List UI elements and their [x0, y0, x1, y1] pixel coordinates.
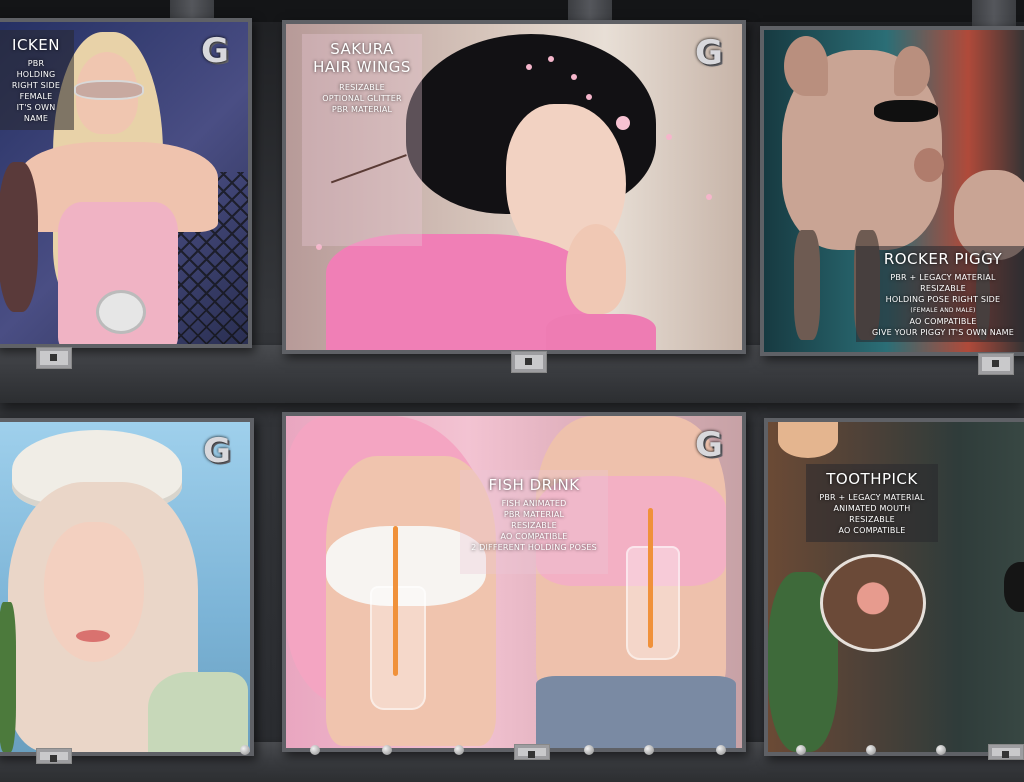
product-title: ROCKER PIGGY: [883, 250, 1003, 268]
vendor-image: [286, 416, 742, 748]
petal-graphic: [706, 194, 712, 200]
vendor-bracket: [36, 347, 72, 369]
brand-logo-icon: G: [695, 425, 723, 465]
feature-line: AO COMPATIBLE: [909, 317, 977, 326]
product-info-box: FISH DRINK FISH ANIMATED PBR MATERIAL RE…: [460, 470, 608, 574]
product-info-box: SAKURA HAIR WINGS RESIZABLE OPTIONAL GLI…: [302, 34, 422, 246]
belt-buckle: [96, 290, 146, 334]
feature-line: RESIZABLE: [511, 521, 557, 530]
shelf-stud: [796, 745, 806, 755]
brand-logo-icon: G: [203, 431, 231, 471]
product-title: SAKURA HAIR WINGS: [313, 40, 411, 76]
pig-ear: [784, 36, 828, 96]
product-info-box: TOOTHPICK PBR + LEGACY MATERIAL ANIMATED…: [806, 464, 938, 542]
drink-cup-graphic: [370, 586, 426, 710]
sunglasses-graphic: [74, 80, 144, 100]
vendor-fish-drink[interactable]: FISH DRINK FISH ANIMATED PBR MATERIAL RE…: [282, 412, 746, 752]
floral-top: [148, 672, 248, 752]
feature-line: GIVE YOUR PIGGY IT'S OWN NAME: [872, 328, 1014, 337]
petal-graphic: [571, 74, 577, 80]
vendor-rocker-piggy[interactable]: ROCKER PIGGY PBR + LEGACY MATERIAL RESIZ…: [760, 26, 1024, 356]
feature-line: PBR MATERIAL: [331, 105, 393, 114]
drink-cup-graphic: [626, 546, 680, 660]
sunglasses-graphic: [874, 100, 938, 122]
feature-line: RESIZABLE: [849, 515, 895, 524]
pig-snout: [914, 148, 944, 182]
tree-graphic: [0, 602, 16, 752]
product-title: TOOTHPICK: [826, 470, 918, 488]
vendor-bracket: [514, 744, 550, 760]
brand-logo-icon: G: [695, 33, 723, 73]
feature-line: PBR + LEGACY MATERIAL: [819, 493, 925, 502]
petal-graphic: [526, 64, 532, 70]
pig-ear: [894, 46, 930, 96]
shelf-stud: [866, 745, 876, 755]
feature-line: FEMALE: [19, 92, 53, 101]
feature-line: AO COMPATIBLE: [838, 526, 906, 535]
petal-graphic: [586, 94, 592, 100]
petal-graphic: [548, 56, 554, 62]
product-info-box: ICKEN PBR HOLDING RIGHT SIDE FEMALE IT'S…: [0, 30, 74, 130]
vendor-toothpick[interactable]: TOOTHPICK PBR + LEGACY MATERIAL ANIMATED…: [764, 418, 1024, 756]
feature-line: PBR MATERIAL: [503, 510, 565, 519]
shelf-stud: [454, 745, 464, 755]
vendor-image: [0, 422, 250, 752]
mouth-closeup-graphic: [820, 554, 926, 652]
vendor-chicken[interactable]: ICKEN PBR HOLDING RIGHT SIDE FEMALE IT'S…: [0, 18, 252, 348]
vendor-flower-crown[interactable]: G: [0, 418, 254, 756]
shelf-stud: [382, 745, 392, 755]
brand-logo-icon: G: [201, 31, 229, 71]
vendor-bracket: [511, 351, 547, 373]
feature-line: 2 DIFFERENT HOLDING POSES: [471, 543, 597, 552]
feature-line: FISH ANIMATED: [501, 499, 567, 508]
vendor-bracket: [36, 748, 72, 764]
shelf-stud: [240, 745, 250, 755]
straw-graphic: [393, 526, 398, 676]
shelf-stud: [584, 745, 594, 755]
sunglasses-graphic: [1004, 562, 1024, 612]
vendor-sakura-hair-wings[interactable]: SAKURA HAIR WINGS RESIZABLE OPTIONAL GLI…: [282, 20, 746, 354]
straw-graphic: [648, 508, 653, 648]
feature-line: IT'S OWN NAME: [16, 103, 56, 123]
vendor-bracket: [988, 744, 1024, 760]
shelf-stud: [936, 745, 946, 755]
feature-line: AO COMPATIBLE: [500, 532, 568, 541]
feature-line: PBR + LEGACY MATERIAL: [890, 273, 996, 282]
product-info-box: ROCKER PIGGY PBR + LEGACY MATERIAL RESIZ…: [856, 246, 1024, 342]
shelf-stud: [310, 745, 320, 755]
feature-line: RESIZABLE: [920, 284, 966, 293]
shelf-stud: [644, 745, 654, 755]
chicken-graphic: [0, 162, 38, 312]
store-scene: ICKEN PBR HOLDING RIGHT SIDE FEMALE IT'S…: [0, 0, 1024, 782]
feature-line: HOLDING RIGHT SIDE: [11, 70, 61, 90]
petal-graphic: [616, 116, 630, 130]
pink-sleeve: [546, 314, 656, 350]
lamp-graphic: [778, 422, 838, 458]
model-hand: [566, 224, 626, 314]
model-lips: [76, 630, 110, 642]
feature-line: ANIMATED MOUTH: [833, 504, 911, 513]
feature-line: PBR: [27, 59, 45, 68]
feature-line: RESIZABLE: [339, 83, 385, 92]
product-title: ICKEN: [12, 36, 60, 54]
product-title: FISH DRINK: [488, 476, 580, 494]
petal-graphic: [666, 134, 672, 140]
feature-line: HOLDING POSE RIGHT SIDE: [885, 295, 1001, 304]
jeans-graphic: [536, 676, 736, 748]
feature-line: (FEMALE AND MALE): [910, 307, 976, 314]
feature-line: OPTIONAL GLITTER: [322, 94, 402, 103]
vendor-bracket: [978, 353, 1014, 375]
blossom-branch-graphic: [317, 116, 407, 184]
pig-leg: [794, 230, 820, 340]
shelf-stud: [716, 745, 726, 755]
